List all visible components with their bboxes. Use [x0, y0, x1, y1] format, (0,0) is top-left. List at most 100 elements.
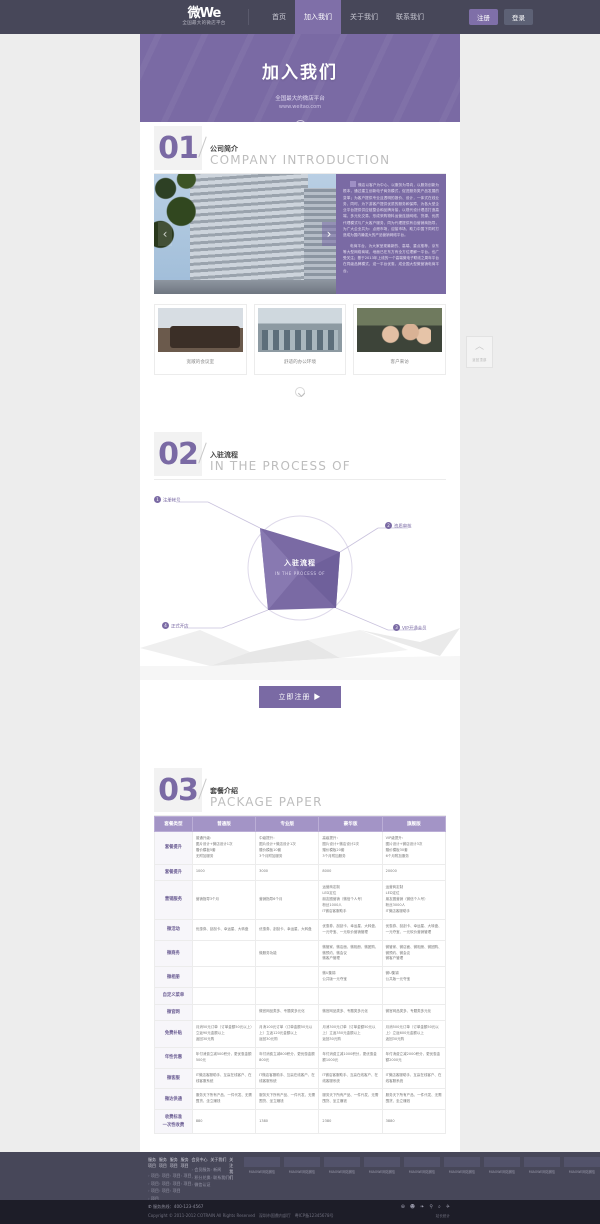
thumbnail-caption: 客户来访: [390, 360, 409, 365]
pricing-row: 微客服 IT微店客服助手、互赢在线客户、在线客服系统 IT微店客服助手、互赢在线客户…: [154, 1067, 447, 1090]
image-carousel[interactable]: ‹ ›: [154, 174, 336, 294]
register-button[interactable]: 注册: [469, 9, 498, 25]
flow-center-title: 入驻流程: [284, 559, 316, 567]
pricing-cell: 微U集锦 公共版一元夺宝: [318, 966, 383, 989]
thumbnail-office[interactable]: 舒适的办公环境: [253, 304, 347, 375]
pricing-row-label: 套餐提升: [154, 863, 193, 882]
qrcode-label: MIAOWE网站微信: [248, 1170, 276, 1174]
footer-link[interactable]: 项目: [181, 1180, 192, 1188]
qrcode-image: [524, 1157, 560, 1167]
footer-link[interactable]: 项目: [159, 1172, 170, 1180]
pricing-column-header: 普通版: [191, 816, 257, 832]
icp-text[interactable]: 粤ICP备12345678号: [295, 1213, 334, 1218]
pricing-cell: [318, 987, 383, 1005]
thumbnail-meeting-room[interactable]: 宽敞的会议室: [154, 304, 247, 375]
chevron-down-icon: [295, 387, 305, 397]
icp-left-text: 深圳市国鼎内部厅: [258, 1213, 291, 1218]
nav-item-home[interactable]: 首页: [263, 0, 295, 34]
search-icon[interactable]: ⌕: [438, 1204, 441, 1210]
step-number-badge: 1: [154, 496, 161, 503]
page-root: 微We 全国最大的微店平台 首页 加入我们 关于我们 联系我们 注册 登录 加入…: [0, 0, 600, 1224]
section-title-en: COMPANY INTRODUCTION: [210, 153, 391, 167]
nav-item-join-us[interactable]: 加入我们: [295, 0, 341, 34]
office-photo: [257, 308, 343, 352]
meeting-room-photo: [158, 308, 243, 352]
intro-badge-icon: [350, 181, 356, 187]
intro-paragraph-2: 电商平台，为大家呈现最新的、高端、重点推荐，京东等大型网络商城，地面已在东方有全…: [343, 243, 439, 273]
section-heading-process: 02 入驻流程 IN THE PROCESS OF: [140, 428, 460, 480]
pricing-cell: [191, 1003, 257, 1021]
pricing-row-label: 年性优惠: [154, 1046, 193, 1069]
pricing-cell: 运营商定制 LED定位 朋友圈营销（微信个人号） 粉丝3000人 IT微店客服助手: [381, 880, 447, 920]
footer-link[interactable]: 项目: [170, 1180, 181, 1188]
login-button[interactable]: 登录: [504, 9, 533, 25]
pricing-row: 微达供通 服务天下所有产品、一件代发、无需囤货、坐立赚钱 服务天下所有产品、一件代发…: [154, 1088, 447, 1111]
pricing-table-container: 套餐类型 普通版 专业版 豪华版 旗舰版 套餐提升 普通升级： 图片设计+微店设计1次 赠价模…: [140, 816, 460, 1150]
footer-link[interactable]: 项目: [148, 1187, 159, 1195]
logo-tagline: 全国最大的微店平台: [182, 21, 226, 27]
pricing-column-header: 套餐类型: [154, 816, 193, 832]
rss-icon[interactable]: ❧: [420, 1204, 424, 1210]
footer-link[interactable]: 会员服务: [192, 1166, 210, 1174]
footer-link[interactable]: 项目: [148, 1172, 159, 1180]
thumbnail-caption: 舒适的办公环境: [283, 360, 317, 365]
up-arrow-icon: ︿: [474, 342, 484, 352]
flow-step-1: 1 注册帐号: [154, 496, 181, 504]
pricing-cell: 年付消费立减1000积分，更优惠金额1000元: [318, 1046, 383, 1069]
pricing-cell: 微管家、微店面、微相册、微团购、微预约、微会议 微客户管理: [381, 939, 447, 968]
footer-link[interactable]: 联系我们: [210, 1174, 229, 1182]
footer-link[interactable]: 项目: [181, 1172, 192, 1180]
footer-link[interactable]: 微信认证: [192, 1181, 210, 1189]
footer-link[interactable]: 项目: [170, 1172, 181, 1180]
flow-graphic: [140, 501, 460, 680]
site-logo[interactable]: 微We 全国最大的微店平台: [168, 7, 240, 27]
footer-link[interactable]: 项目: [170, 1187, 181, 1195]
nav-item-contact-us[interactable]: 联系我们: [387, 0, 433, 34]
pricing-cell: 服务天下所有产品、一件代发、无需囤货、坐立赚钱: [381, 1088, 447, 1111]
pricing-row-label: 自定义菜单: [154, 987, 193, 1005]
footer-link[interactable]: 项目: [159, 1180, 170, 1188]
pricing-column-header: 豪华版: [318, 816, 383, 832]
nav-item-about-us[interactable]: 关于我们: [341, 0, 387, 34]
pricing-row-label: 免费补贴: [154, 1019, 193, 1048]
footer-link[interactable]: 积分兑换: [192, 1174, 210, 1182]
footer-phone-text: 服务热线：400-123-4567: [152, 1204, 204, 1209]
qrcode-label: MIAOWE网站微信: [488, 1170, 516, 1174]
pricing-cell: 微服务功能: [255, 939, 320, 968]
carousel-next-button[interactable]: ›: [322, 222, 336, 246]
section-number-badge: 01: [154, 126, 202, 170]
pricing-cell: IT微店客服助手、互赢在线客户、在线客服系统: [191, 1067, 257, 1090]
pricing-row: 自定义菜单: [154, 987, 447, 1005]
pricing-cell: IT微店客服助手、互赢在线客户、在线客服系统: [381, 1067, 447, 1090]
pricing-cell: 20000: [381, 863, 447, 882]
qrcode-image: [284, 1157, 320, 1167]
step-number-badge: 2: [385, 522, 392, 529]
pricing-row: 套餐提升 普通升级： 图片设计+微店设计1次 赠价模板5套 无附加服务 中级提升： 图片设计…: [154, 831, 447, 865]
pricing-column-header: 专业版: [255, 816, 320, 832]
user-icon[interactable]: ☻: [410, 1204, 415, 1210]
qrcode-image: [404, 1157, 440, 1167]
pricing-row: 微相册 微U集锦 公共版一元夺宝 微U集锦 公共版一元夺宝: [154, 966, 447, 989]
carousel-prev-button[interactable]: ‹: [158, 222, 172, 246]
register-now-button[interactable]: 立即注册 ▶: [258, 686, 342, 708]
back-to-top-widget[interactable]: ︿ 返回顶部: [466, 336, 493, 368]
info-icon[interactable]: ⚲: [429, 1204, 433, 1210]
section-scroll-divider[interactable]: [140, 375, 460, 400]
pricing-row-label: 微商务: [154, 939, 193, 968]
globe-icon[interactable]: ⊕: [401, 1204, 405, 1210]
pricing-cell: 年付消费立减800积分，更优惠金额800元: [255, 1046, 320, 1069]
company-intro-text: 微店以客户为中心、以服务为导向，以服务创新为根本，通过建立创新电子商务模式，促进…: [336, 174, 446, 294]
footer-link[interactable]: 项目: [159, 1187, 170, 1195]
share-icon[interactable]: ✈: [446, 1204, 450, 1210]
footer-link[interactable]: 项目: [148, 1180, 159, 1188]
site-stats-link[interactable]: 站长统计: [436, 1214, 450, 1219]
footer-column-header: 服务项目: [148, 1157, 156, 1168]
back-to-top-label: 返回顶部: [472, 358, 487, 362]
thumbnail-client-visit[interactable]: 客户来访: [353, 304, 447, 375]
pricing-cell: 微官网品类多、专题类多元化: [318, 1003, 383, 1021]
footer-column-header: 服务项目: [180, 1157, 189, 1168]
pricing-row: 收费标准 一次性收费 880 1380 2380 3880: [154, 1109, 447, 1134]
pricing-cell: 高级提升： 图片设计+微店设计2次 赠价模板20套 3个月附加服务: [318, 831, 383, 865]
pricing-cell: [191, 939, 257, 968]
footer-link[interactable]: 新闻: [210, 1166, 229, 1174]
